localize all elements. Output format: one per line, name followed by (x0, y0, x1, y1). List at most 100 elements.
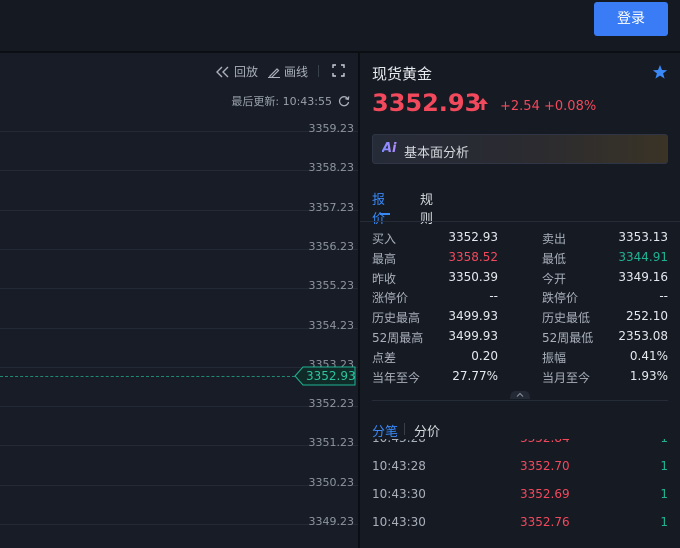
arrow-up-icon (478, 98, 488, 110)
grid-line (0, 249, 358, 250)
price-tick-label: 3356.23 (308, 240, 355, 253)
refresh-icon[interactable] (338, 95, 350, 107)
tab-price-distribution[interactable]: 分价 (414, 421, 440, 440)
grid-line (0, 328, 358, 329)
quote-value: 3352.93 (448, 230, 498, 244)
price-tick-label: 3352.23 (308, 397, 355, 410)
trade-price: 3352.69 (520, 487, 570, 501)
quote-row: 历史最高 3499.93 历史最低 252.10 (372, 309, 668, 329)
trade-time: 10:43:30 (372, 487, 426, 501)
grid-line (0, 170, 358, 171)
price-change-percent: +0.08% (544, 99, 597, 114)
quote-label: 昨收 (372, 272, 397, 286)
tab-ticks[interactable]: 分笔 (372, 421, 398, 440)
last-price: 3352.93 (372, 89, 482, 117)
price-tick-label: 3355.23 (308, 279, 355, 292)
quote-label: 点差 (372, 351, 397, 365)
trade-time: 10:43:28 (372, 439, 426, 445)
quote-value: 2353.08 (618, 329, 668, 343)
quote-label: 历史最低 (542, 311, 591, 325)
trade-row: 10:43:30 3352.76 1 (372, 515, 668, 535)
quote-value: 3344.91 (618, 250, 668, 264)
last-update-text: 最后更新: 10:43:55 (231, 95, 332, 108)
quote-row: 昨收 3350.39 今开 3349.16 (372, 270, 668, 290)
trade-row: 10:43:30 3352.69 1 (372, 487, 668, 507)
trade-price: 3352.76 (520, 515, 570, 529)
top-bar: 登录 (0, 0, 680, 52)
grid-line (0, 485, 358, 486)
draw-line-label: 画线 (284, 65, 309, 79)
price-tick-label: 3358.23 (308, 161, 355, 174)
trade-row: 10:43:28 3352.70 1 (372, 459, 668, 479)
quote-value: 1.93% (629, 369, 668, 383)
ai-banner-label: 基本面分析 (404, 146, 470, 161)
price-chart[interactable]: 回放 画线 最后更新: 10:43:55 3359.23 3358.23 3357.… (0, 53, 358, 548)
quote-value: 3499.93 (448, 329, 498, 343)
star-icon[interactable] (652, 64, 668, 80)
quote-value: -- (659, 289, 668, 303)
grid-line (0, 288, 358, 289)
quote-row: 涨停价 -- 跌停价 -- (372, 289, 668, 309)
quote-label: 振幅 (542, 351, 567, 365)
collapse-handle-icon[interactable] (508, 389, 532, 399)
toolbar-separator (318, 65, 319, 77)
quote-row: 52周最高 3499.93 52周最低 2353.08 (372, 329, 668, 349)
last-update: 最后更新: 10:43:55 (231, 93, 350, 109)
draw-line-button[interactable]: 画线 (268, 63, 308, 80)
price-tick-label: 3351.23 (308, 436, 355, 449)
grid-line (0, 210, 358, 211)
grid-line (0, 524, 358, 525)
quote-row: 最高 3358.52 最低 3344.91 (372, 250, 668, 270)
quote-value: 3353.13 (618, 230, 668, 244)
active-tab-indicator (380, 213, 390, 215)
ai-logo: Ai (382, 141, 397, 156)
grid-line (0, 406, 358, 407)
trade-row: 10:43:28 3352.84 1 (372, 439, 668, 451)
quote-value: 3350.39 (448, 270, 498, 284)
quote-label: 52周最低 (542, 331, 594, 345)
quote-label: 涨停价 (372, 291, 409, 305)
login-button[interactable]: 登录 (594, 2, 668, 36)
quote-label: 52周最高 (372, 331, 424, 345)
quote-value: 0.41% (629, 349, 668, 363)
trade-volume: 1 (660, 439, 668, 445)
fullscreen-icon (332, 64, 345, 77)
trade-volume: 1 (660, 487, 668, 501)
current-price-tag-text: 3352.93 (306, 369, 356, 383)
grid-line (0, 445, 358, 446)
fullscreen-button[interactable] (332, 64, 345, 77)
quote-label: 最低 (542, 252, 567, 266)
price-tick-label: 3359.23 (308, 122, 355, 135)
tabs-divider (360, 221, 680, 222)
trade-volume: 1 (660, 515, 668, 529)
quote-value: -- (489, 289, 498, 303)
trade-list[interactable]: 10:43:283352.84110:43:283352.70110:43:30… (360, 439, 680, 548)
quote-label: 今开 (542, 272, 567, 286)
quote-row: 当年至今 27.77% 当月至今 1.93% (372, 369, 668, 389)
trade-volume: 1 (660, 459, 668, 473)
quote-label: 跌停价 (542, 291, 579, 305)
chart-toolbar: 回放 画线 (0, 53, 358, 89)
price-tick-label: 3357.23 (308, 201, 355, 214)
quote-row: 买入 3352.93 卖出 3353.13 (372, 230, 668, 250)
quote-label: 买入 (372, 232, 397, 246)
price-tick-label: 3349.23 (308, 515, 355, 528)
quote-row: 点差 0.20 振幅 0.41% (372, 349, 668, 369)
grid-line (0, 131, 358, 132)
trades-tabs-separator (404, 423, 405, 435)
pen-icon (268, 67, 280, 78)
quote-divider (372, 400, 668, 401)
instrument-name: 现货黄金 (372, 65, 433, 83)
quote-label: 最高 (372, 252, 397, 266)
ai-fundamental-analysis-banner[interactable]: Ai 基本面分析 (372, 134, 668, 164)
trade-price: 3352.70 (520, 459, 570, 473)
replay-button[interactable]: 回放 (216, 63, 258, 80)
trade-time: 10:43:28 (372, 459, 426, 473)
rewind-icon (216, 66, 229, 77)
price-tick-label: 3354.23 (308, 319, 355, 332)
current-price-line (0, 376, 300, 377)
quote-value: 27.77% (452, 369, 498, 383)
quote-label: 卖出 (542, 232, 567, 246)
quote-value: 3499.93 (448, 309, 498, 323)
current-price-tag: 3352.93 (294, 366, 356, 386)
